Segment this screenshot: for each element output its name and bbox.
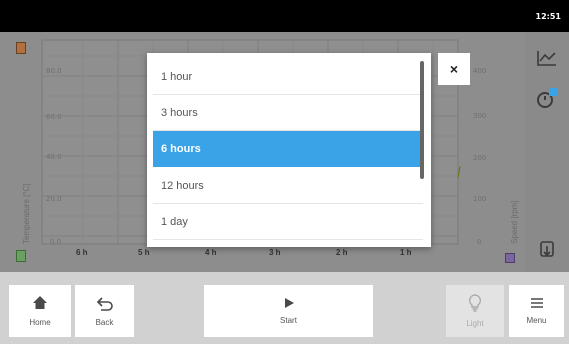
menu-label: Menu	[526, 316, 547, 325]
y-left-tick: 80.0	[46, 67, 62, 75]
time-range-dialog: 1 hour 3 hours 6 hours 12 hours 1 day	[147, 53, 431, 247]
y-left-tick: 40.0	[46, 153, 62, 161]
x-tick: 1 h	[400, 248, 412, 257]
option-12-hours[interactable]: 12 hours	[153, 168, 423, 204]
close-button[interactable]: ×	[438, 53, 470, 85]
lightbulb-icon	[468, 294, 482, 312]
x-tick: 3 h	[269, 248, 281, 257]
home-button[interactable]: Home	[9, 285, 71, 337]
x-tick: 4 h	[205, 248, 217, 257]
y-right-tick: 400	[473, 67, 487, 75]
export-icon[interactable]	[529, 232, 565, 268]
light-button[interactable]: Light	[446, 285, 504, 337]
light-label: Light	[466, 319, 484, 328]
option-1-day[interactable]: 1 day	[153, 204, 423, 240]
y-left-tick: 20.0	[46, 195, 62, 203]
back-icon	[96, 297, 113, 311]
right-rail	[525, 32, 569, 272]
start-label: Start	[280, 316, 297, 325]
start-button[interactable]: Start	[204, 285, 373, 337]
status-time: 12:51	[535, 12, 561, 21]
x-tick: 5 h	[138, 248, 150, 257]
y-right-tick: 100	[473, 195, 487, 203]
y-right-axis-title: Speed [rpm]	[510, 200, 519, 244]
y-left-tick: 60.0	[46, 113, 62, 121]
y-right-tick: 200	[473, 154, 487, 162]
option-3-hours[interactable]: 3 hours	[153, 95, 423, 131]
status-bar: 12:51	[0, 0, 569, 32]
x-tick: 6 h	[76, 248, 88, 257]
play-icon	[284, 298, 294, 308]
back-button[interactable]: Back	[75, 285, 134, 337]
back-label: Back	[95, 318, 114, 327]
scrollbar-thumb[interactable]	[420, 61, 424, 179]
speed-sensor-icon	[505, 253, 515, 263]
y-right-tick: 0	[477, 238, 482, 246]
line-chart-icon[interactable]	[529, 40, 565, 76]
option-1-hour[interactable]: 1 hour	[153, 59, 423, 95]
menu-icon	[530, 298, 543, 308]
menu-button[interactable]: Menu	[509, 285, 564, 337]
close-icon: ×	[449, 61, 459, 77]
y-right-tick: 300	[473, 112, 487, 120]
timer-icon[interactable]	[529, 80, 565, 116]
home-label: Home	[29, 318, 51, 327]
x-tick: 2 h	[336, 248, 348, 257]
home-icon	[33, 296, 47, 309]
y-left-axis-title: Temperature [°C]	[22, 183, 31, 244]
y-left-tick: 0.0	[50, 238, 62, 246]
option-6-hours[interactable]: 6 hours	[153, 131, 423, 167]
